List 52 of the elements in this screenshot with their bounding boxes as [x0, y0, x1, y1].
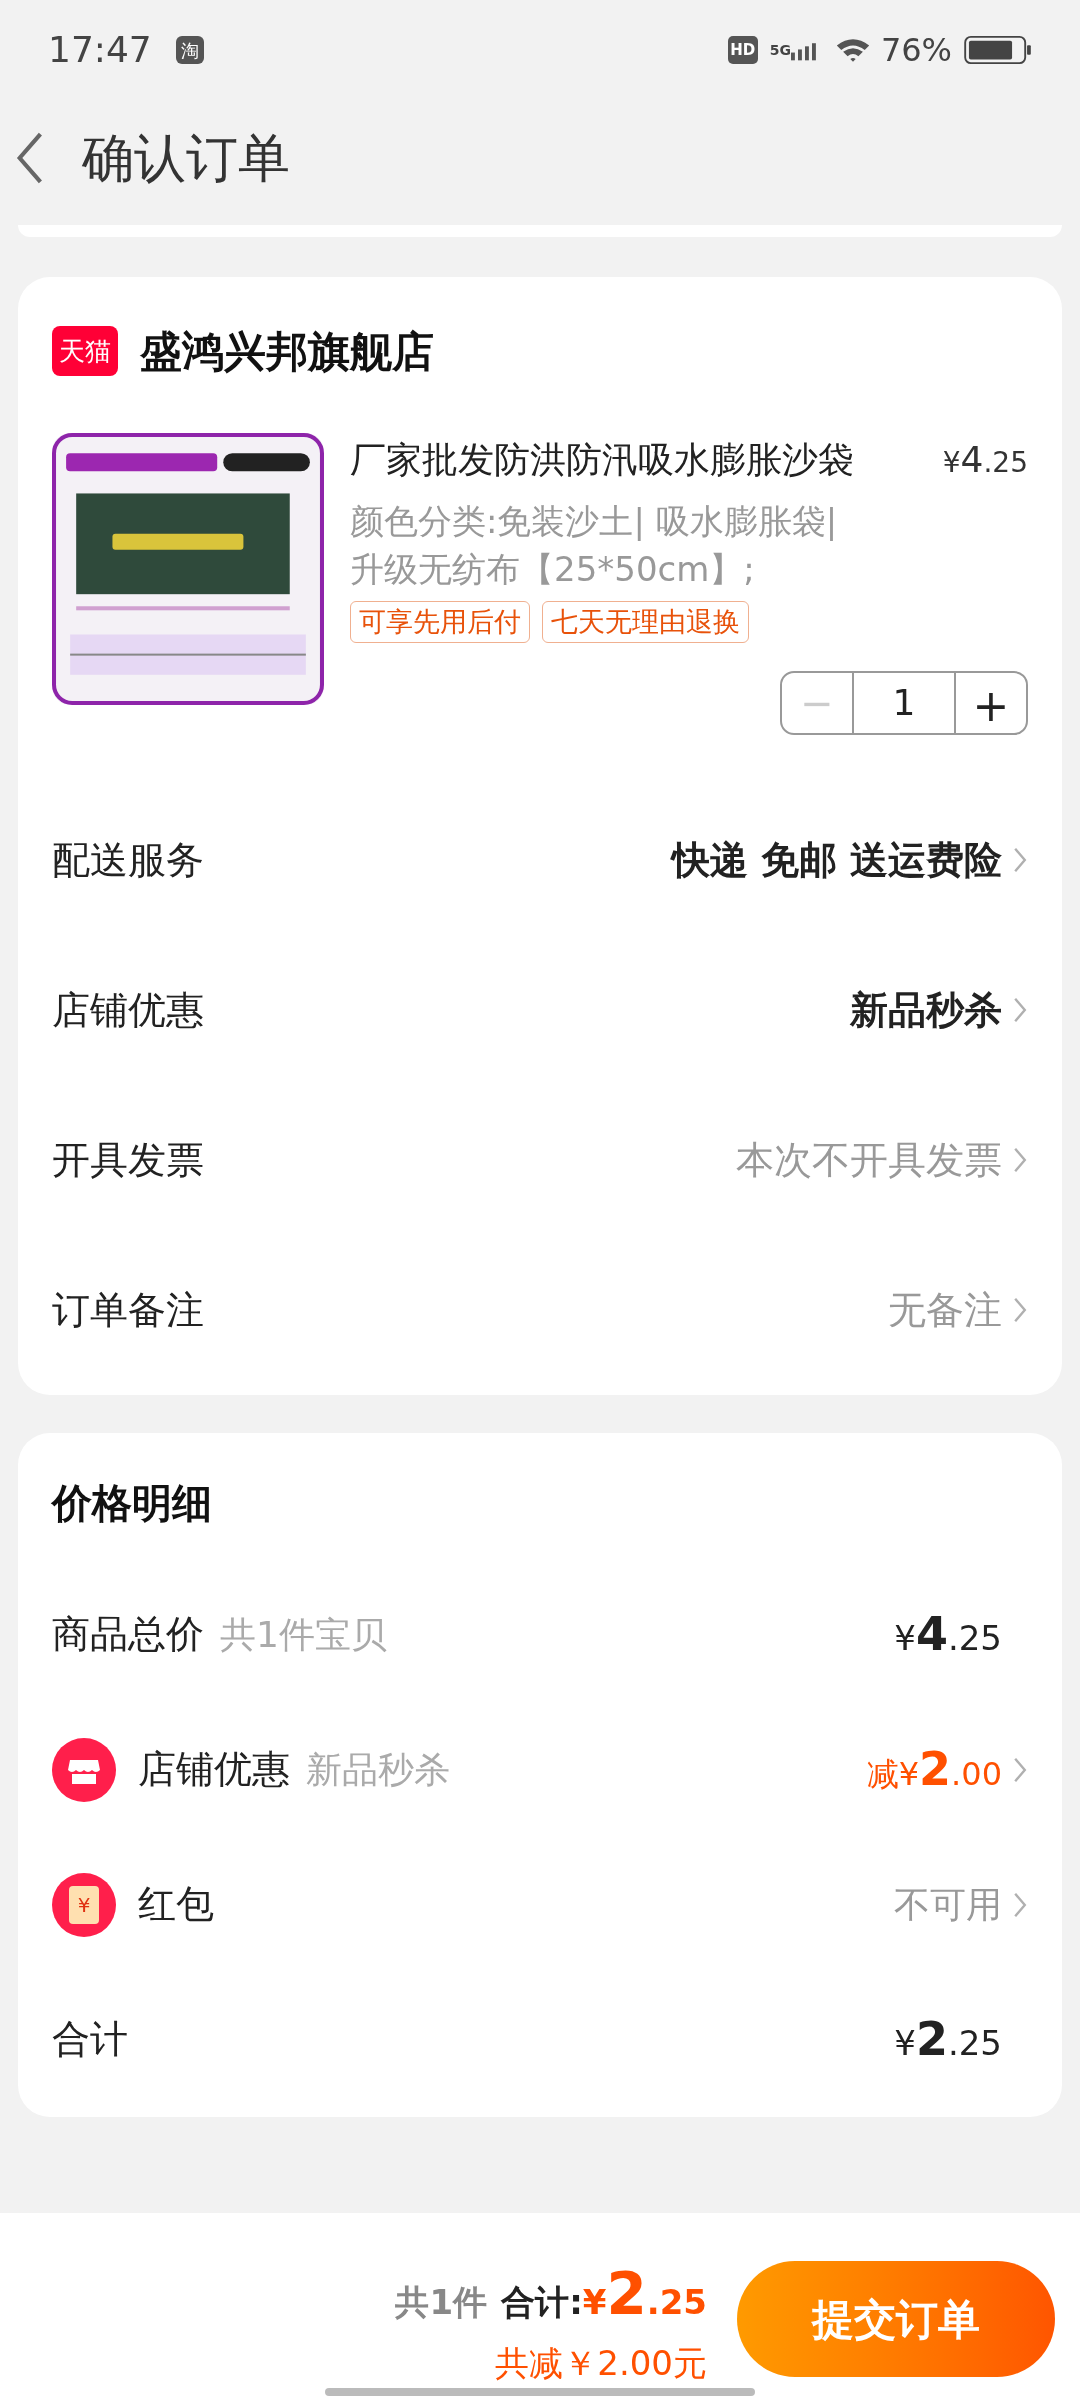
row-label: 开具发票	[52, 1136, 204, 1184]
option-row[interactable]: 订单备注 无备注	[52, 1235, 1028, 1385]
store-name: 盛鸿兴邦旗舰店	[140, 325, 434, 378]
chevron-icon	[1012, 845, 1028, 875]
service-tag: 可享先用后付	[350, 601, 530, 643]
total-label: 合计:	[501, 2281, 583, 2324]
quantity-stepper[interactable]: − 1 +	[780, 671, 1028, 735]
row-value: 新品秒杀	[850, 986, 1002, 1034]
chevron-icon	[1012, 1295, 1028, 1325]
row-label: 配送服务	[52, 836, 204, 884]
battery-percent: 76%	[880, 30, 952, 71]
row-label: 商品总价	[52, 1611, 204, 1658]
amount: ¥2.25	[894, 2011, 1002, 2068]
battery-icon	[964, 35, 1032, 65]
page-title: 确认订单	[82, 126, 290, 190]
discount-amount: 减¥2.00	[866, 1741, 1002, 1798]
row-label: 订单备注	[52, 1286, 204, 1334]
clock-time: 17:47	[48, 28, 152, 72]
product-spec: 颜色分类:免装沙土| 吸水膨胀袋|升级无纺布【25*50cm】;	[350, 500, 839, 591]
option-row[interactable]: 店铺优惠 新品秒杀	[52, 935, 1028, 1085]
option-row[interactable]: 开具发票 本次不开具发票	[52, 1085, 1028, 1235]
row-value: 本次不开具发票	[736, 1136, 1002, 1184]
total-amount: ¥2.25	[582, 2259, 707, 2330]
row-value: 快递 免邮 送运费险	[671, 836, 1002, 884]
chevron-icon	[1012, 1145, 1028, 1175]
row-note: 共1件宝贝	[220, 1612, 387, 1657]
product-title: 厂家批发防洪防汛吸水膨胀沙袋	[350, 438, 854, 482]
signal-icon	[790, 40, 819, 61]
chevron-icon	[1012, 995, 1028, 1025]
row-label: 合计	[52, 2016, 128, 2063]
network-label: 5G	[769, 40, 791, 60]
hd-badge: HD	[727, 36, 758, 64]
row-label: 店铺优惠	[52, 986, 204, 1034]
option-row[interactable]: 配送服务 快递 免邮 送运费险	[52, 785, 1028, 935]
row-label: 红包	[138, 1881, 214, 1928]
envelope-icon: ¥	[52, 1872, 116, 1937]
service-tag: 七天无理由退换	[542, 601, 749, 643]
quantity-field[interactable]: 1	[852, 673, 956, 733]
wifi-icon	[834, 36, 871, 64]
app-notification-icon: 淘	[175, 36, 204, 64]
row-value: 不可用	[894, 1882, 1002, 1927]
increase-button[interactable]: +	[956, 673, 1026, 733]
product-price: ¥4.25	[942, 438, 1028, 482]
store-badge: 天猫	[52, 326, 118, 376]
row-label: 店铺优惠	[138, 1746, 290, 1793]
row-note: 新品秒杀	[306, 1747, 450, 1792]
row-value: 无备注	[888, 1286, 1002, 1334]
section-title: 价格明细	[52, 1479, 213, 1528]
savings-text: 共减￥2.00元	[495, 2342, 707, 2385]
shop-icon	[52, 1737, 116, 1802]
item-count: 共1件	[395, 2281, 488, 2324]
amount: ¥4.25	[894, 1606, 1002, 1663]
